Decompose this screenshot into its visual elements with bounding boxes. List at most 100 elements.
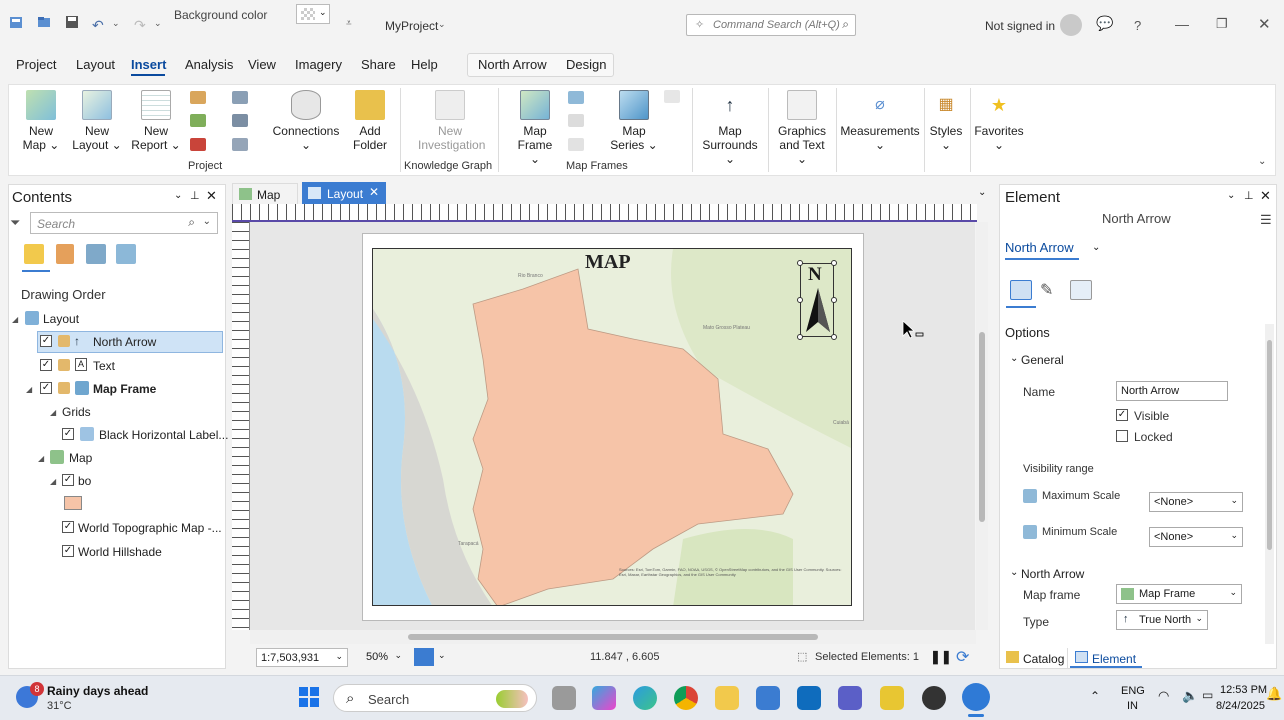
map-series-button[interactable]: Map Series ⌄ bbox=[608, 90, 660, 152]
tab-view[interactable]: View bbox=[248, 57, 276, 72]
map-surrounds-button[interactable]: ↑ Map Surrounds ⌄ bbox=[696, 90, 764, 166]
pause-icon[interactable]: ❚❚ bbox=[930, 649, 952, 665]
chevron-down-icon[interactable]: ⌄ bbox=[154, 18, 162, 29]
bo-symbol-swatch[interactable] bbox=[64, 496, 82, 510]
obs-icon[interactable] bbox=[922, 686, 946, 710]
options-tab-icon[interactable] bbox=[1010, 280, 1032, 300]
chevron-down-icon[interactable]: ⌄ bbox=[112, 18, 120, 29]
extent-indicator-icon[interactable] bbox=[568, 91, 584, 104]
chevron-down-icon[interactable]: ⌄ bbox=[438, 19, 446, 30]
filter-icon[interactable]: ⏷ bbox=[10, 215, 20, 231]
tree-item-layout[interactable]: Layout bbox=[43, 312, 79, 326]
battery-icon[interactable]: ▭ bbox=[1202, 688, 1213, 702]
tab-imagery[interactable]: Imagery bbox=[295, 57, 342, 72]
selection-handle[interactable] bbox=[831, 297, 837, 303]
tab-help[interactable]: Help bbox=[411, 57, 438, 72]
tab-layout-view[interactable]: Layout ✕ bbox=[302, 182, 386, 205]
tree-item-bo[interactable]: bo bbox=[78, 474, 91, 488]
grid-visibility-checkbox[interactable]: ✓ bbox=[62, 428, 74, 440]
tab-north-arrow[interactable]: North Arrow bbox=[478, 57, 547, 72]
menu-icon[interactable]: ☰ bbox=[1260, 212, 1272, 228]
duplicate-icon[interactable] bbox=[664, 90, 680, 103]
element-pane-tab[interactable]: Element bbox=[1070, 648, 1142, 668]
catalog-pane-tab[interactable]: Catalog bbox=[1000, 648, 1068, 668]
horizontal-scrollbar[interactable] bbox=[250, 630, 976, 644]
styles-button[interactable]: ▦ Styles ⌄ bbox=[928, 90, 964, 152]
background-color-picker[interactable]: ⌄ bbox=[296, 4, 330, 24]
chevron-down-icon[interactable]: ⌄ bbox=[1010, 567, 1018, 578]
max-scale-select[interactable]: <None> ⌄ bbox=[1149, 492, 1243, 512]
map-frame-button[interactable]: Map Frame ⌄ bbox=[512, 90, 558, 166]
project-name[interactable]: MyProject bbox=[385, 19, 438, 33]
connections-button[interactable]: Connections ⌄ bbox=[270, 90, 342, 152]
selection-handle[interactable] bbox=[797, 297, 803, 303]
tree-item-world-hillshade[interactable]: World Hillshade bbox=[78, 545, 162, 559]
world-hillshade-visibility-checkbox[interactable]: ✓ bbox=[62, 545, 74, 557]
tree-item-grids[interactable]: Grids bbox=[62, 405, 91, 419]
task-view-icon[interactable] bbox=[552, 686, 576, 710]
lock-icon[interactable] bbox=[58, 359, 70, 371]
tab-design[interactable]: Design bbox=[566, 57, 606, 72]
notification-center-icon[interactable]: 🔔 bbox=[1266, 686, 1282, 702]
north-arrow-visibility-checkbox[interactable]: ✓ bbox=[40, 335, 52, 347]
snapping-view-icon[interactable] bbox=[116, 244, 136, 264]
chevron-down-icon[interactable]: ⌄ bbox=[978, 187, 986, 198]
restore-icon[interactable]: ❐ bbox=[1216, 16, 1228, 32]
store-icon[interactable] bbox=[756, 686, 780, 710]
refresh-icon[interactable]: ⟳ bbox=[956, 647, 969, 667]
python-icon[interactable] bbox=[232, 114, 248, 127]
open-project-icon[interactable] bbox=[36, 14, 52, 30]
world-topo-visibility-checkbox[interactable]: ✓ bbox=[62, 521, 74, 533]
task-icon[interactable] bbox=[232, 91, 248, 104]
north-arrow-section-heading[interactable]: North Arrow bbox=[1021, 567, 1084, 581]
tab-insert[interactable]: Insert bbox=[131, 57, 166, 72]
graphics-and-text-button[interactable]: Graphics and Text ⌄ bbox=[774, 90, 830, 166]
close-icon[interactable]: ✕ bbox=[1260, 188, 1271, 204]
map-title-text[interactable]: MAP bbox=[585, 251, 631, 274]
collapse-ribbon-icon[interactable]: ⌄ bbox=[1258, 156, 1266, 167]
copilot-icon[interactable] bbox=[592, 686, 616, 710]
grid-icon[interactable] bbox=[568, 114, 584, 127]
close-icon[interactable]: ✕ bbox=[1258, 15, 1271, 33]
close-icon[interactable]: ✕ bbox=[206, 188, 217, 204]
chevron-down-icon[interactable]: ⌄ bbox=[174, 190, 182, 201]
selection-handle[interactable] bbox=[797, 334, 803, 340]
horizontal-scroll-thumb[interactable] bbox=[408, 634, 818, 640]
min-scale-select[interactable]: <None> ⌄ bbox=[1149, 527, 1243, 547]
tree-item-world-topo[interactable]: World Topographic Map -... bbox=[78, 521, 222, 535]
minimize-icon[interactable]: — bbox=[1175, 16, 1189, 32]
tab-analysis[interactable]: Analysis bbox=[185, 57, 233, 72]
measurements-button[interactable]: ⌀ Measurements ⌄ bbox=[840, 90, 920, 152]
add-folder-button[interactable]: Add Folder bbox=[348, 90, 392, 152]
save-icon[interactable] bbox=[64, 14, 80, 30]
show-hidden-icons-icon[interactable]: ⌃ bbox=[1090, 689, 1100, 703]
new-layout-button[interactable]: New Layout ⌄ bbox=[70, 90, 124, 152]
arcgis-pro-icon[interactable] bbox=[962, 683, 990, 711]
symbol-tab-icon[interactable]: ✎ bbox=[1040, 280, 1053, 300]
display-tab-icon[interactable] bbox=[1070, 280, 1092, 300]
reshape-icon[interactable] bbox=[568, 138, 584, 151]
notifications-icon[interactable]: 💬 bbox=[1096, 15, 1113, 32]
redo-icon[interactable]: ↷ bbox=[134, 17, 146, 34]
chevron-down-icon[interactable]: ⌄ bbox=[1092, 242, 1100, 253]
customize-qat-icon[interactable]: ⩡ bbox=[346, 18, 352, 29]
chevron-down-icon[interactable]: ⌄ bbox=[438, 650, 446, 661]
new-report-button[interactable]: New Report ⌄ bbox=[130, 90, 182, 152]
signin-status[interactable]: Not signed in bbox=[985, 19, 1055, 33]
lock-icon[interactable] bbox=[58, 335, 70, 347]
sticky-notes-icon[interactable] bbox=[880, 686, 904, 710]
help-icon[interactable]: ? bbox=[1134, 18, 1141, 33]
expand-triangle-icon[interactable]: ◢ bbox=[50, 408, 56, 417]
chevron-down-icon[interactable]: ⌄ bbox=[1227, 190, 1235, 201]
selection-handle[interactable] bbox=[831, 260, 837, 266]
general-section-heading[interactable]: General bbox=[1021, 353, 1064, 367]
tab-share[interactable]: Share bbox=[361, 57, 396, 72]
chrome-icon[interactable] bbox=[674, 686, 698, 710]
visible-checkbox[interactable]: ✓ bbox=[1116, 409, 1128, 421]
favorites-button[interactable]: ★ Favorites ⌄ bbox=[974, 90, 1024, 152]
toolbox-add-icon[interactable] bbox=[232, 138, 248, 151]
file-explorer-icon[interactable] bbox=[715, 686, 739, 710]
guides-icon[interactable] bbox=[414, 648, 434, 666]
teams-icon[interactable] bbox=[838, 686, 862, 710]
tree-item-map[interactable]: Map bbox=[69, 451, 92, 465]
